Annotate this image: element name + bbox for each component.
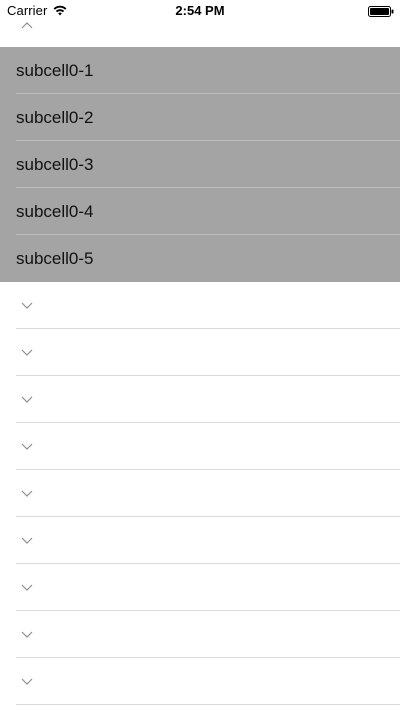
accordion-table: subcell0-1 subcell0-2 subcell0-3 subcell… bbox=[0, 0, 400, 705]
section-header-collapsed[interactable] bbox=[0, 658, 400, 705]
section-header-collapsed[interactable] bbox=[0, 423, 400, 470]
chevron-down-icon[interactable] bbox=[20, 347, 34, 357]
section-header-collapsed[interactable] bbox=[0, 470, 400, 517]
chevron-down-icon[interactable] bbox=[20, 488, 34, 498]
section-header-collapsed[interactable] bbox=[0, 329, 400, 376]
subcell-label: subcell0-2 bbox=[16, 107, 94, 127]
status-time: 2:54 PM bbox=[175, 3, 225, 18]
chevron-down-icon[interactable] bbox=[20, 394, 34, 404]
subcell-row[interactable]: subcell0-3 bbox=[0, 141, 400, 188]
chevron-down-icon[interactable] bbox=[20, 300, 34, 310]
subcell-list: subcell0-1 subcell0-2 subcell0-3 subcell… bbox=[0, 47, 400, 282]
chevron-down-icon[interactable] bbox=[20, 629, 34, 639]
section-header-collapsed[interactable] bbox=[0, 282, 400, 329]
status-bar: Carrier 2:54 PM bbox=[0, 0, 400, 22]
subcell-label: subcell0-1 bbox=[16, 60, 94, 80]
subcell-label: subcell0-5 bbox=[16, 248, 94, 268]
screen: Carrier 2:54 PM subcell0-1 subcell0-2 su… bbox=[0, 0, 400, 711]
subcell-row[interactable]: subcell0-1 bbox=[0, 47, 400, 94]
subcell-row[interactable]: subcell0-2 bbox=[0, 94, 400, 141]
subcell-row[interactable]: subcell0-5 bbox=[0, 235, 400, 282]
chevron-down-icon[interactable] bbox=[20, 535, 34, 545]
subcell-label: subcell0-3 bbox=[16, 154, 94, 174]
battery-icon bbox=[368, 6, 394, 17]
subcell-row[interactable]: subcell0-4 bbox=[0, 188, 400, 235]
subcell-label: subcell0-4 bbox=[16, 201, 94, 221]
chevron-down-icon[interactable] bbox=[20, 582, 34, 592]
section-header-collapsed[interactable] bbox=[0, 376, 400, 423]
section-header-collapsed[interactable] bbox=[0, 611, 400, 658]
chevron-down-icon[interactable] bbox=[20, 441, 34, 451]
section-header-collapsed[interactable] bbox=[0, 517, 400, 564]
section-header-collapsed[interactable] bbox=[0, 564, 400, 611]
chevron-down-icon[interactable] bbox=[20, 676, 34, 686]
